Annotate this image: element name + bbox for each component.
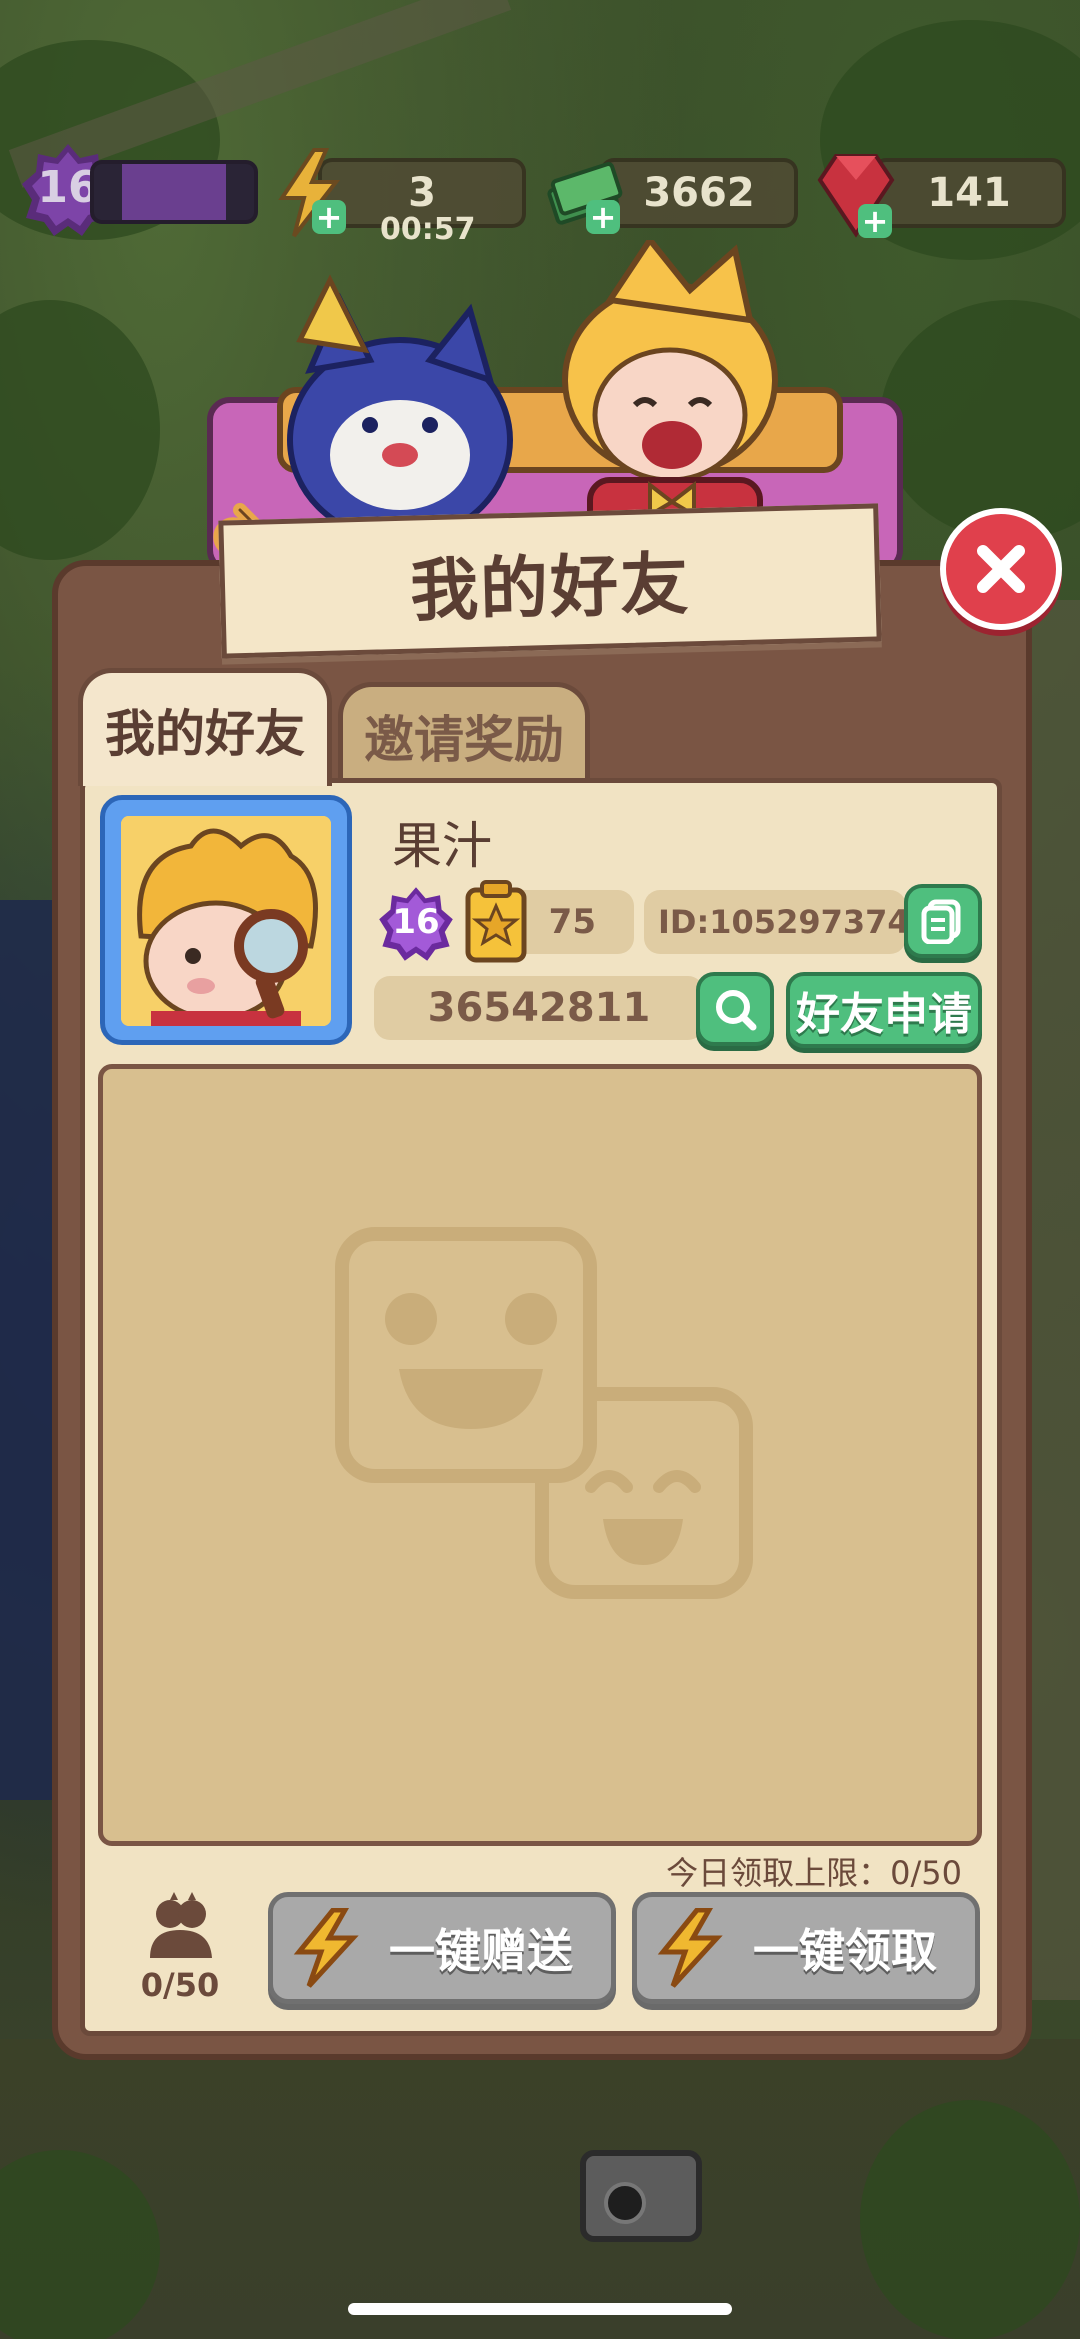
- friend-count: 0/50: [140, 1966, 220, 2004]
- dialog-title: 我的好友: [218, 503, 882, 659]
- send-all-label: 一键赠送: [389, 1924, 573, 1978]
- cash-counter[interactable]: 3662: [600, 158, 798, 228]
- gem-counter[interactable]: 141: [872, 158, 1066, 228]
- plus-icon[interactable]: +: [586, 200, 620, 234]
- copy-id-button[interactable]: [904, 884, 982, 958]
- plus-icon[interactable]: +: [312, 200, 346, 234]
- player-nickname: 果汁: [392, 817, 492, 875]
- level-badge: 16: [376, 884, 456, 964]
- close-icon: [977, 545, 1025, 593]
- plus-icon[interactable]: +: [858, 204, 892, 238]
- lightning-icon: [293, 1908, 359, 1988]
- xp-progress-bar: [90, 160, 258, 224]
- search-input-value: 36542811: [427, 985, 651, 1031]
- send-all-button[interactable]: 一键赠送: [268, 1892, 616, 2004]
- camera-decoration: [580, 2150, 702, 2242]
- player-id-field: ID:105297374: [644, 890, 910, 954]
- player-portrait-icon: [121, 816, 331, 1026]
- star-clipboard-icon: [465, 880, 527, 963]
- star-count: 75: [548, 902, 596, 942]
- empty-state-faces-icon: [385, 1293, 701, 1565]
- cash-value: 3662: [643, 170, 755, 216]
- gem-value: 141: [927, 170, 1011, 216]
- friend-requests-button[interactable]: 好友申请: [786, 972, 982, 1048]
- friend-list[interactable]: [98, 1064, 982, 1846]
- friend-search-input[interactable]: 36542811: [374, 976, 704, 1040]
- search-icon: [716, 990, 757, 1031]
- player-id: ID:105297374: [658, 903, 910, 941]
- claim-all-button[interactable]: 一键领取: [632, 1892, 980, 2004]
- avatar[interactable]: [100, 795, 352, 1045]
- friends-icon: [150, 1892, 212, 1958]
- close-button[interactable]: [940, 508, 1062, 630]
- lightning-icon: [657, 1908, 723, 1988]
- daily-claim-limit: 今日领取上限：0/50: [666, 1854, 962, 1892]
- copy-icon: [921, 899, 961, 944]
- tab-invite-rewards[interactable]: 邀请奖励: [338, 682, 590, 784]
- level-badge-text: 16: [392, 902, 440, 942]
- search-button[interactable]: [696, 972, 774, 1046]
- claim-all-label: 一键领取: [753, 1924, 937, 1978]
- energy-value: 3: [408, 170, 436, 216]
- tab-my-friends[interactable]: 我的好友: [78, 668, 332, 786]
- home-indicator[interactable]: [348, 2303, 732, 2315]
